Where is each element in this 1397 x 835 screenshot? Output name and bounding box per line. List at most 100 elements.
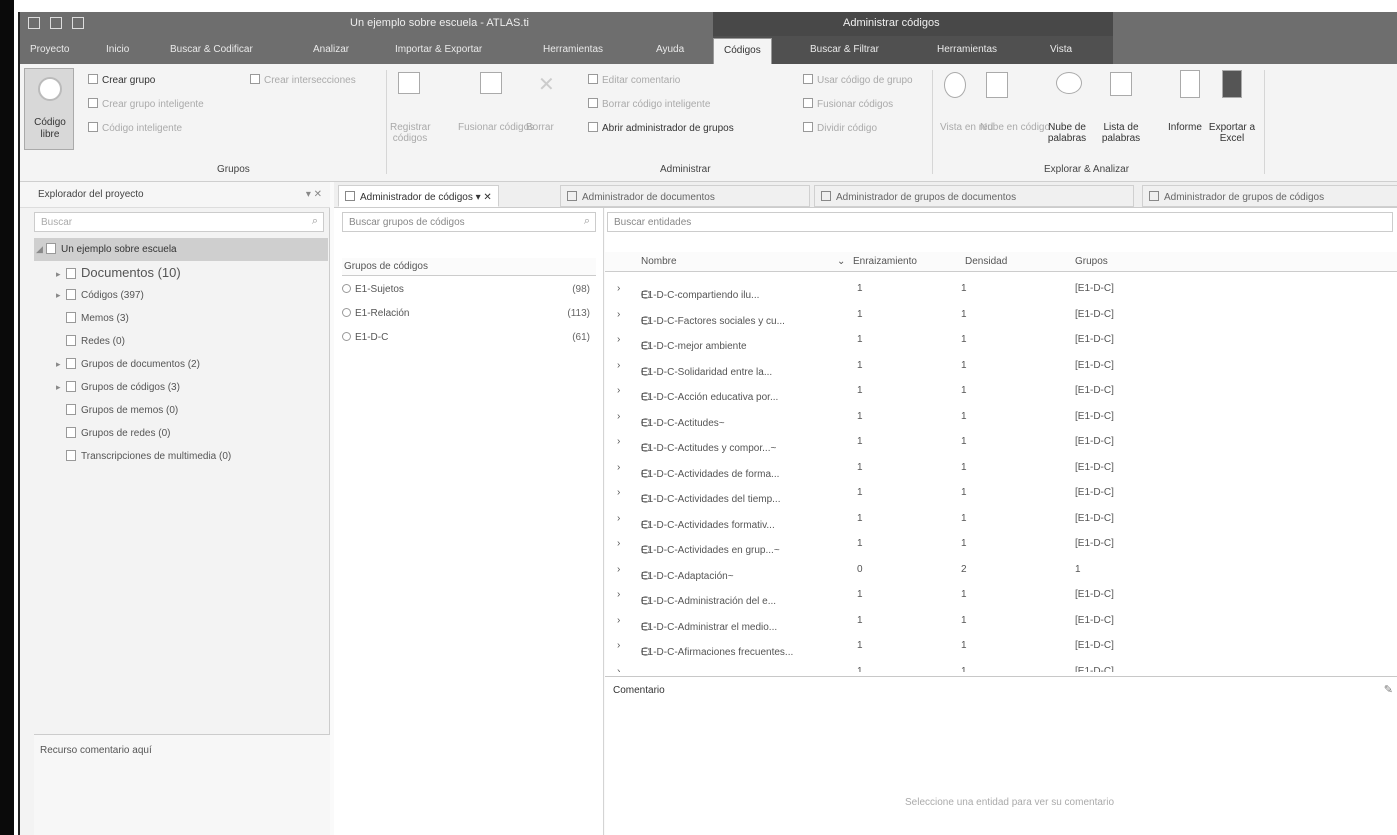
delete-icon[interactable]: ✕ bbox=[538, 72, 560, 96]
undo-icon[interactable] bbox=[50, 17, 62, 29]
project-search-input[interactable]: Buscar ⌕ bbox=[34, 212, 324, 232]
code-group-row[interactable]: E1-Sujetos (98) bbox=[342, 280, 596, 302]
code-row[interactable]: › E1-D-C-Solidaridad entre la... 1 1 [E1-D-C… bbox=[605, 353, 1397, 378]
code-row[interactable]: › E1-D-C-compartiendo ilu... 1 1 [E1-D-C] bbox=[605, 276, 1397, 301]
code-group-row[interactable]: E1-D-C (61) bbox=[342, 328, 596, 350]
tab-importar-exportar[interactable]: Importar & Exportar bbox=[395, 44, 482, 55]
row-expand-icon[interactable]: › bbox=[617, 589, 620, 600]
open-group-manager-link[interactable]: Abrir administrador de grupos bbox=[588, 122, 734, 134]
tree-item[interactable]: ▸ Documentos (10) bbox=[34, 261, 328, 284]
code-row[interactable]: › E1-D-C-Afirmaciones frecuentes... 1 1 [E1-… bbox=[605, 633, 1397, 658]
tree-item[interactable]: ◢ Un ejemplo sobre escuela bbox=[34, 238, 328, 261]
save-icon[interactable] bbox=[28, 17, 40, 29]
row-expand-icon[interactable]: › bbox=[617, 411, 620, 422]
row-expand-icon[interactable]: › bbox=[617, 283, 620, 294]
row-expand-icon[interactable]: › bbox=[617, 385, 620, 396]
row-expand-icon[interactable]: › bbox=[617, 334, 620, 345]
register-codes-icon[interactable] bbox=[398, 72, 420, 94]
split-code-link[interactable]: Dividir código bbox=[803, 122, 877, 134]
tree-item[interactable]: Transcripciones de multimedia (0) bbox=[34, 445, 328, 468]
group-label-administrar: Administrar bbox=[660, 164, 711, 175]
entities-search-input[interactable]: Buscar entidades bbox=[607, 212, 1393, 232]
tree-item[interactable]: Memos (3) bbox=[34, 307, 328, 330]
word-cloud-icon[interactable] bbox=[1056, 72, 1082, 94]
excel-export-icon[interactable] bbox=[1222, 70, 1242, 98]
row-expand-icon[interactable]: › bbox=[617, 513, 620, 524]
tab-codigos[interactable]: Códigos bbox=[713, 38, 772, 64]
edit-comment-link[interactable]: Editar comentario bbox=[588, 74, 680, 86]
row-expand-icon[interactable]: › bbox=[617, 360, 620, 371]
tab-herramientas[interactable]: Herramientas bbox=[543, 44, 603, 55]
row-expand-icon[interactable]: › bbox=[617, 564, 620, 575]
tree-item[interactable]: Redes (0) bbox=[34, 330, 328, 353]
tab-document-group-manager[interactable]: Administrador de grupos de documentos bbox=[814, 185, 1134, 207]
expand-toggle-icon[interactable]: ▸ bbox=[56, 263, 66, 286]
row-expand-icon[interactable]: › bbox=[617, 615, 620, 626]
delete-smart-code-link[interactable]: Borrar código inteligente bbox=[588, 98, 710, 110]
col-groups-header[interactable]: Grupos bbox=[1075, 256, 1108, 267]
code-group-row[interactable]: E1-Relación (113) bbox=[342, 304, 596, 326]
row-expand-icon[interactable]: › bbox=[617, 538, 620, 549]
document-manager-icon bbox=[567, 191, 577, 201]
code-row[interactable]: › E1-D-C-Actividades formativ... 1 1 [E1-D-C… bbox=[605, 506, 1397, 531]
code-row[interactable]: › E1-D-C-Administración del e... 1 1 [E1-D-C… bbox=[605, 582, 1397, 607]
create-group-button[interactable]: Crear grupo bbox=[88, 74, 155, 86]
code-row[interactable]: › E1-D-C-mejor ambiente 1 1 [E1-D-C] bbox=[605, 327, 1397, 352]
edit-comment-icon[interactable]: ✎ bbox=[1384, 683, 1393, 696]
expand-toggle-icon[interactable]: ▸ bbox=[56, 376, 66, 399]
merge-codes-link[interactable]: Fusionar códigos bbox=[803, 98, 893, 110]
row-expand-icon[interactable]: › bbox=[617, 487, 620, 498]
tree-item[interactable]: ▸ Códigos (397) bbox=[34, 284, 328, 307]
tab-ayuda[interactable]: Ayuda bbox=[656, 44, 684, 55]
code-row[interactable]: › E1-D-C-Actividades en grup...~ 1 1 [E1-D-C… bbox=[605, 531, 1397, 556]
redo-icon[interactable] bbox=[72, 17, 84, 29]
report-icon[interactable] bbox=[1180, 70, 1200, 98]
pin-icon[interactable]: ▾ ✕ bbox=[306, 189, 322, 200]
tree-item[interactable]: ▸ Grupos de códigos (3) bbox=[34, 376, 328, 399]
code-row[interactable]: ›E1-D-C-Apoyo profesional...11[E1-D-C] bbox=[605, 659, 1397, 673]
tab-code-group-manager[interactable]: Administrador de grupos de códigos bbox=[1142, 185, 1397, 207]
code-row[interactable]: › E1-D-C-Administrar el medio... 1 1 [E1-D-C… bbox=[605, 608, 1397, 633]
col-name-header[interactable]: Nombre bbox=[641, 256, 677, 267]
network-view-icon[interactable] bbox=[944, 72, 966, 98]
tab-document-manager[interactable]: Administrador de documentos bbox=[560, 185, 810, 207]
row-expand-icon[interactable]: › bbox=[617, 309, 620, 320]
merge-codes-icon[interactable] bbox=[480, 72, 502, 94]
code-row[interactable]: › E1-D-C-Actividades del tiemp... 1 1 [E1-D-… bbox=[605, 480, 1397, 505]
code-row[interactable]: › E1-D-C-Factores sociales y cu... 1 1 [E1-D… bbox=[605, 302, 1397, 327]
expand-toggle-icon[interactable]: ▸ bbox=[56, 284, 66, 307]
expand-toggle-icon[interactable]: ◢ bbox=[36, 238, 46, 261]
tab-herramientas-codigos[interactable]: Herramientas bbox=[937, 44, 997, 55]
code-row[interactable]: › E1-D-C-Actitudes~ 1 1 [E1-D-C] bbox=[605, 404, 1397, 429]
col-grounded-header[interactable]: Enraizamiento bbox=[853, 256, 917, 267]
use-group-code-link[interactable]: Usar código de grupo bbox=[803, 74, 913, 86]
tree-item[interactable]: Grupos de memos (0) bbox=[34, 399, 328, 422]
code-cloud-icon[interactable] bbox=[986, 72, 1008, 98]
code-groups-search-input[interactable]: Buscar grupos de códigos ⌕ bbox=[342, 212, 596, 232]
code-row[interactable]: › E1-D-C-Actitudes y compor...~ 1 1 [E1-D-C] bbox=[605, 429, 1397, 454]
code-groups-header[interactable]: Grupos de códigos bbox=[342, 258, 596, 276]
create-smart-group-button[interactable]: Crear grupo inteligente bbox=[88, 98, 204, 110]
tab-buscar-filtrar[interactable]: Buscar & Filtrar bbox=[810, 44, 879, 55]
col-density-header[interactable]: Densidad bbox=[965, 256, 1007, 267]
row-expand-icon[interactable]: › bbox=[617, 666, 620, 673]
code-row[interactable]: › E1-D-C-Actividades de forma... 1 1 [E1-D-C… bbox=[605, 455, 1397, 480]
create-intersections-button[interactable]: Crear intersecciones bbox=[250, 74, 356, 86]
word-list-icon[interactable] bbox=[1110, 72, 1132, 96]
tree-item[interactable]: Grupos de redes (0) bbox=[34, 422, 328, 445]
tree-item[interactable]: ▸ Grupos de documentos (2) bbox=[34, 353, 328, 376]
tab-inicio[interactable]: Inicio bbox=[106, 44, 129, 55]
code-row[interactable]: › E1-D-C-Acción educativa por... 1 1 [E1-D-C… bbox=[605, 378, 1397, 403]
tab-buscar-codificar[interactable]: Buscar & Codificar bbox=[170, 44, 253, 55]
row-expand-icon[interactable]: › bbox=[617, 436, 620, 447]
tab-vista[interactable]: Vista bbox=[1050, 44, 1072, 55]
tab-code-manager[interactable]: Administrador de códigos ▾ ✕ bbox=[338, 185, 499, 207]
code-row[interactable]: › E1-D-C-Adaptación~ 0 2 1 bbox=[605, 557, 1397, 582]
row-expand-icon[interactable]: › bbox=[617, 640, 620, 651]
free-code-button[interactable]: Código libre bbox=[24, 68, 74, 150]
smart-code-button[interactable]: Código inteligente bbox=[88, 122, 182, 134]
row-expand-icon[interactable]: › bbox=[617, 462, 620, 473]
tab-proyecto[interactable]: Proyecto bbox=[30, 44, 69, 55]
expand-toggle-icon[interactable]: ▸ bbox=[56, 353, 66, 376]
tab-analizar[interactable]: Analizar bbox=[313, 44, 349, 55]
